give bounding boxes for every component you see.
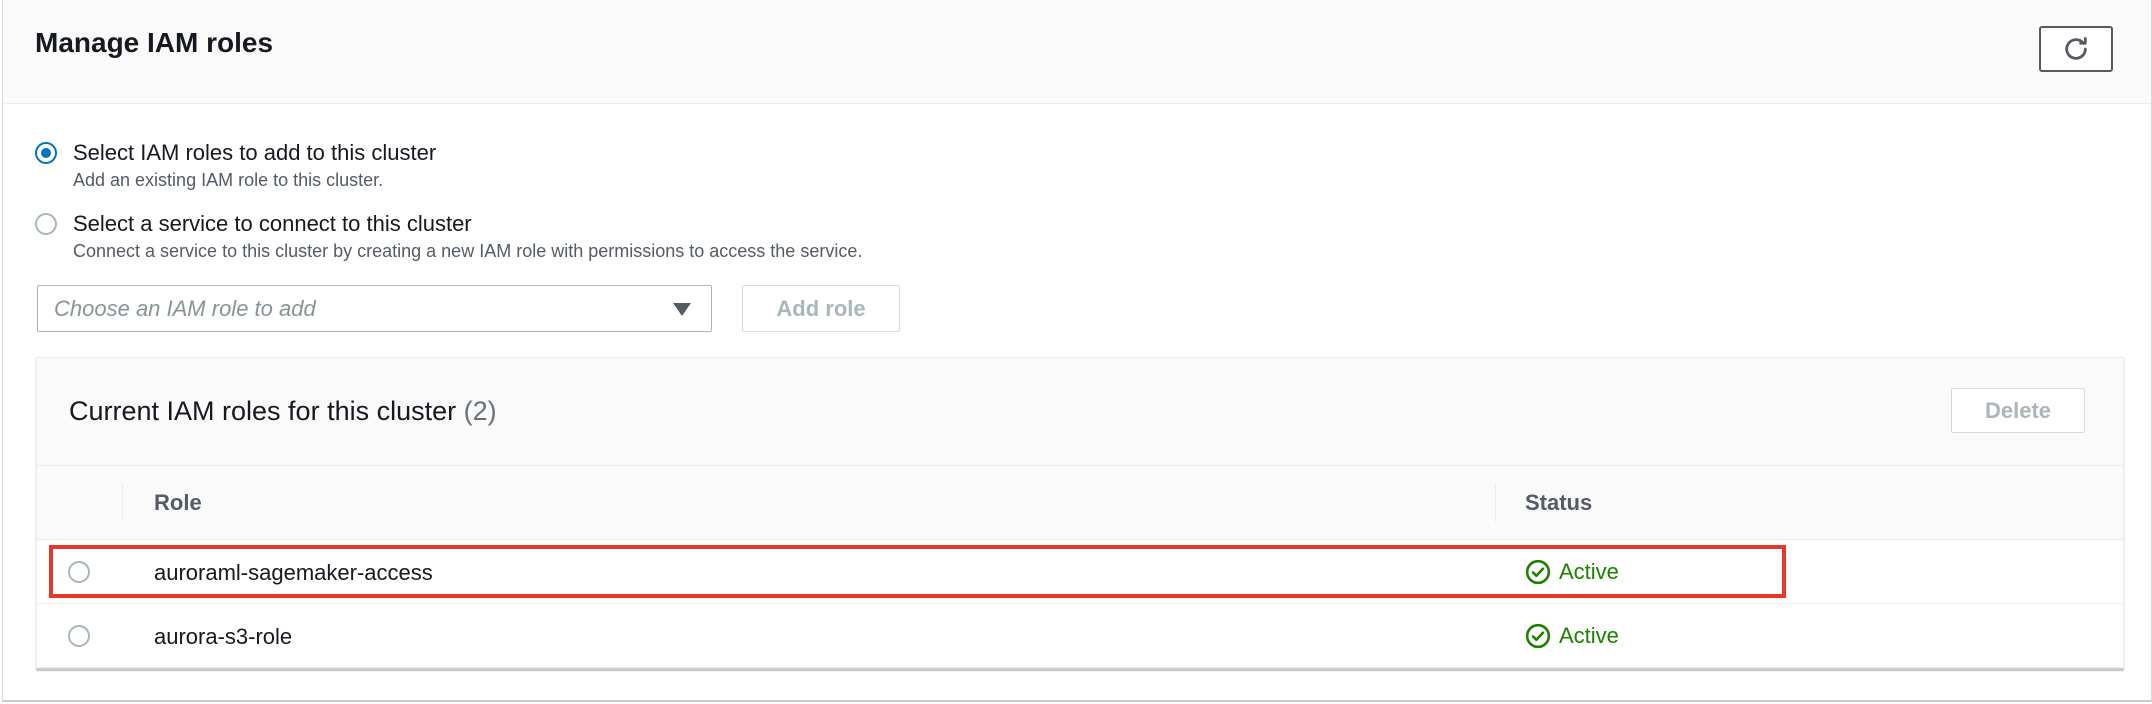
row-select-radio[interactable] [68,561,90,583]
table-row[interactable]: auroraml-sagemaker-access Active [37,541,2123,604]
table-title: Current IAM roles for this cluster (2) [69,394,497,428]
refresh-icon [2062,35,2090,63]
role-name: auroraml-sagemaker-access [154,560,433,585]
option-label: Select a service to connect to this clus… [73,211,472,236]
table-header: Current IAM roles for this cluster (2) D… [37,358,2123,466]
refresh-button[interactable] [2039,26,2113,72]
add-role-button[interactable]: Add role [742,285,900,332]
column-divider [122,484,123,522]
column-divider [1495,484,1496,522]
table-title-text: Current IAM roles for this cluster [69,396,457,426]
panel-header: Manage IAM roles [3,0,2151,104]
radio-connect-service[interactable] [35,213,57,235]
iam-role-select[interactable]: Choose an IAM role to add [37,285,712,332]
row-select-radio[interactable] [68,625,90,647]
column-header-row: Role Status [37,466,2123,540]
check-circle-icon [1525,623,1551,649]
option-description: Connect a service to this cluster by cre… [73,241,863,261]
option-add-existing-role[interactable]: Select IAM roles to add to this cluster … [35,138,436,192]
status-text: Active [1559,559,1619,584]
status-text: Active [1559,623,1619,648]
manage-iam-roles-panel: Manage IAM roles Select IAM roles to add… [2,0,2152,702]
table-row[interactable]: aurora-s3-role Active [37,605,2123,668]
status-badge: Active [1525,558,1619,586]
radio-add-existing-role[interactable] [35,142,57,164]
role-name: aurora-s3-role [154,624,293,649]
option-label: Select IAM roles to add to this cluster [73,140,437,165]
status-badge: Active [1525,622,1619,650]
current-roles-table: Current IAM roles for this cluster (2) D… [36,357,2124,670]
table-count: (2) [463,396,497,426]
check-circle-icon [1525,559,1551,585]
panel-title: Manage IAM roles [35,27,274,58]
option-connect-service[interactable]: Select a service to connect to this clus… [35,209,862,263]
delete-button[interactable]: Delete [1951,388,2085,433]
caret-down-icon [673,303,691,316]
column-header-status[interactable]: Status [1525,490,1592,516]
column-header-role[interactable]: Role [154,490,202,516]
iam-role-select-placeholder: Choose an IAM role to add [54,296,316,321]
option-description: Add an existing IAM role to this cluster… [73,170,384,190]
